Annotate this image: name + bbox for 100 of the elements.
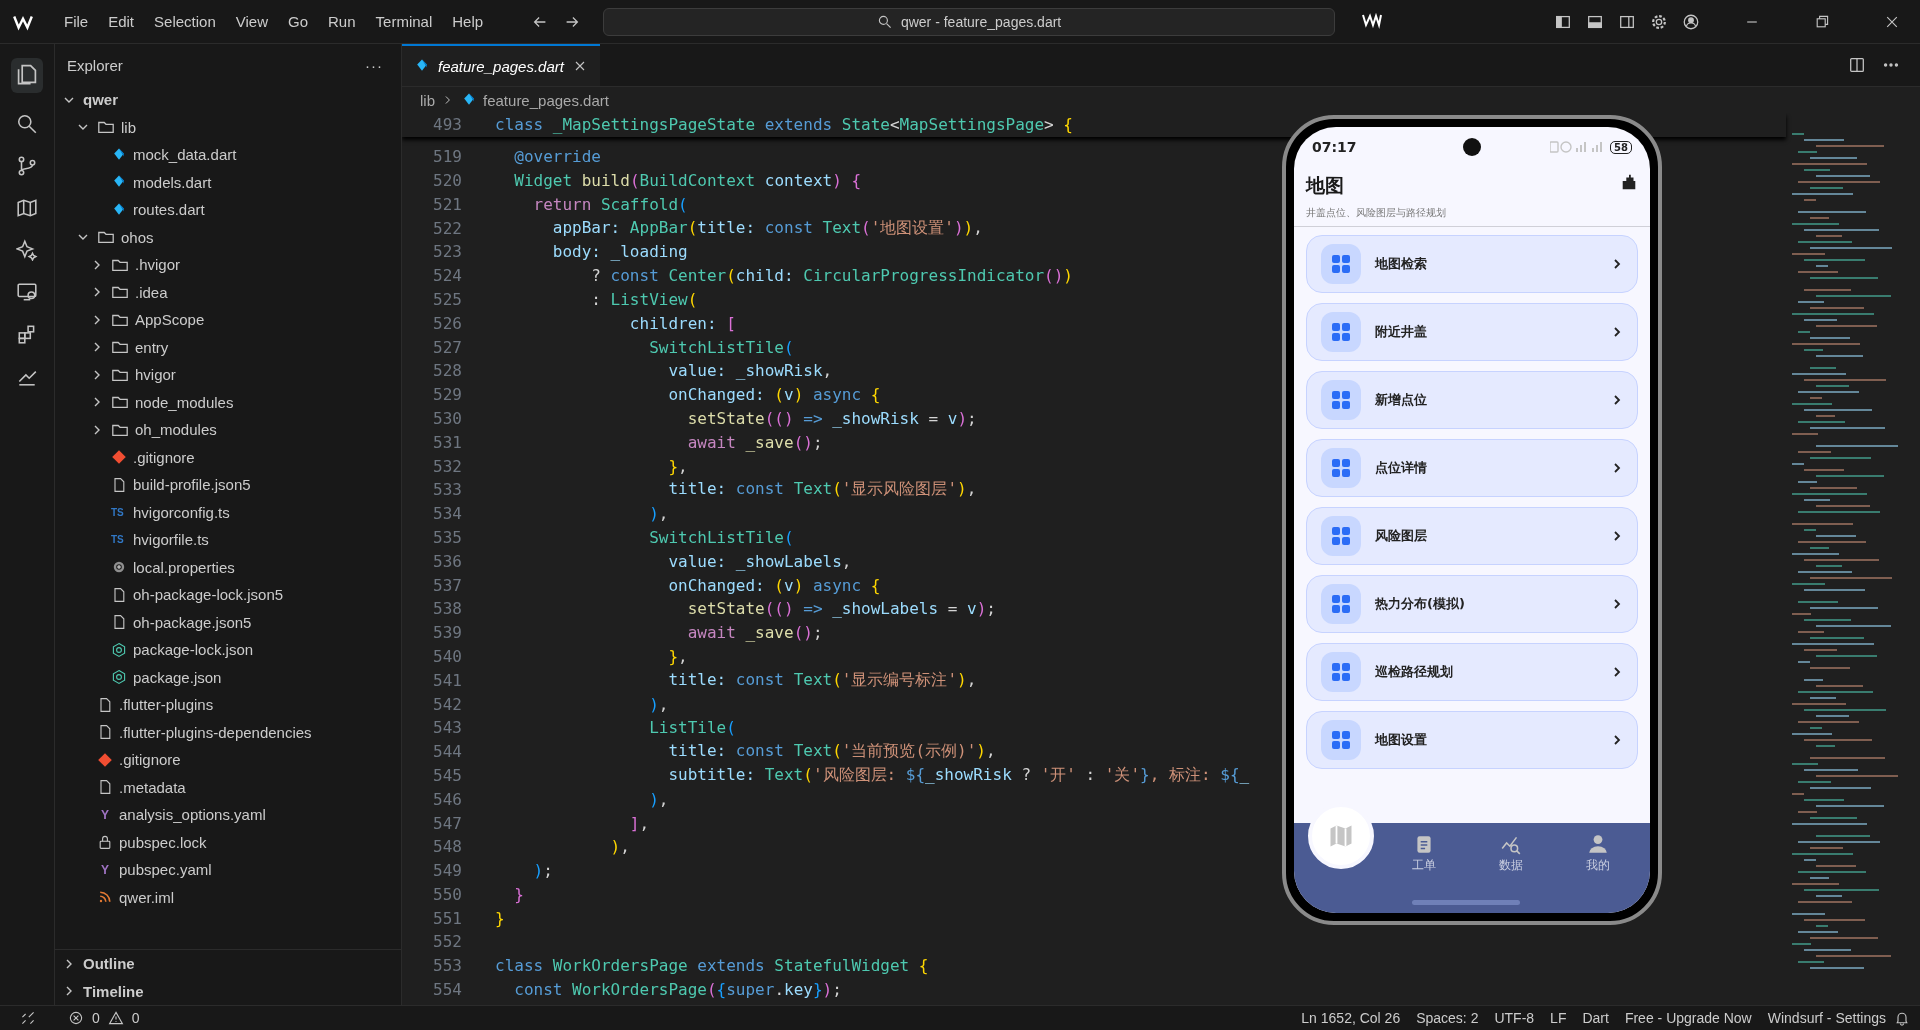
code-line: );	[532, 861, 553, 881]
menu-item[interactable]: File	[56, 9, 97, 34]
status-item[interactable]: Free - Upgrade Now	[1616, 1010, 1760, 1026]
account-icon[interactable]	[1682, 12, 1700, 31]
grid-icon	[1321, 244, 1361, 284]
file-icon[interactable]	[97, 724, 113, 741]
folder-name[interactable]: .idea	[135, 283, 168, 301]
file-icon[interactable]	[111, 614, 127, 631]
file-name[interactable]: pubspec.lock	[119, 833, 207, 851]
menu-card[interactable]: 附近井盖	[1306, 303, 1638, 361]
code-line: class WorkOrdersPage extends StatefulWidget {	[495, 956, 929, 976]
menu-card[interactable]: 风险图层	[1306, 507, 1638, 565]
editor-tab[interactable]: feature_pages.dart	[402, 44, 600, 86]
file-name[interactable]: .metadata	[119, 778, 186, 796]
file-icon[interactable]	[97, 779, 113, 796]
status-item[interactable]: Ln 1652, Col 26	[1293, 1010, 1409, 1026]
menu-card[interactable]: 地图设置	[1306, 711, 1638, 769]
line-number: 547	[432, 813, 463, 833]
status-item[interactable]: LF	[1542, 1010, 1575, 1026]
code-line: ListTile(	[648, 718, 736, 738]
source-control-icon[interactable]	[16, 155, 38, 177]
menu-item[interactable]: Go	[280, 9, 316, 34]
nav-tab[interactable]: 工单	[1380, 833, 1468, 874]
folder-name[interactable]: entry	[135, 338, 169, 356]
file-name[interactable]: local.properties	[133, 558, 235, 576]
files-icon[interactable]	[15, 62, 39, 86]
code-line: title: const Text('显示编号标注'),	[667, 669, 977, 691]
menu-card[interactable]: 新增点位	[1306, 371, 1638, 429]
more-actions[interactable]: ···	[365, 56, 383, 74]
bell-icon[interactable]	[1894, 1010, 1910, 1026]
menu-item[interactable]: Run	[320, 9, 364, 34]
sparkle-icon[interactable]	[16, 239, 38, 261]
file-name[interactable]: build-profile.json5	[133, 476, 251, 494]
file-name[interactable]: pubspec.yaml	[119, 861, 212, 879]
code-line: }	[513, 884, 524, 904]
breadcrumb-item[interactable]: lib	[420, 91, 435, 109]
file-name[interactable]: .gitignore	[133, 448, 195, 466]
file-icon[interactable]	[111, 586, 127, 603]
breadcrumb-item[interactable]: feature_pages.dart	[483, 91, 609, 109]
menu-card[interactable]: 巡检路径规划	[1306, 643, 1638, 701]
menu-card[interactable]: 点位详情	[1306, 439, 1638, 497]
status-item[interactable]: Spaces: 2	[1408, 1010, 1487, 1026]
lock-icon[interactable]	[97, 834, 113, 851]
folder-name[interactable]: oh_modules	[135, 421, 217, 439]
menu-item[interactable]: Selection	[146, 9, 224, 34]
menu-item[interactable]: Help	[444, 9, 492, 34]
file-name[interactable]: oh-package.json5	[133, 613, 252, 631]
file-name[interactable]: hvigorfile.ts	[133, 531, 209, 549]
section-header[interactable]: Outline	[83, 955, 135, 973]
file-name[interactable]: oh-package-lock.json5	[133, 586, 284, 604]
search-field[interactable]: qwer - feature_pages.dart	[603, 7, 1336, 36]
file-name[interactable]: analysis_options.yaml	[119, 806, 266, 824]
split-editor-icon[interactable]	[1848, 56, 1866, 74]
file-name[interactable]: package.json	[133, 668, 222, 686]
file-name[interactable]: .flutter-plugins	[119, 696, 214, 714]
folder-name[interactable]: lib	[121, 118, 136, 136]
line-number: 554	[432, 980, 463, 1000]
file-name[interactable]: models.dart	[133, 173, 212, 191]
search-icon[interactable]	[876, 13, 893, 30]
status-item[interactable]: UTF-8	[1486, 1010, 1543, 1026]
menu-card[interactable]: 热力分布(模拟)	[1306, 575, 1638, 633]
menu-item[interactable]: Terminal	[367, 9, 441, 34]
folder-name[interactable]: node_modules	[135, 393, 234, 411]
file-name[interactable]: mock_data.dart	[133, 146, 237, 164]
status-item[interactable]: Dart	[1574, 1010, 1617, 1026]
remote-monitor-icon[interactable]	[16, 281, 38, 303]
menu-item[interactable]: Edit	[100, 9, 143, 34]
person-icon[interactable]	[1587, 833, 1610, 855]
file-name[interactable]: qwer.iml	[119, 888, 174, 906]
package-icon[interactable]	[111, 669, 127, 686]
nav-tab[interactable]: 我的	[1554, 833, 1642, 874]
building-icon[interactable]	[1620, 173, 1638, 191]
file-name[interactable]: routes.dart	[133, 201, 205, 219]
section-header[interactable]: Timeline	[83, 982, 144, 1000]
folder-name[interactable]: AppScope	[135, 311, 205, 329]
file-name[interactable]: .flutter-plugins-dependencies	[119, 723, 312, 741]
folder-name[interactable]: hvigor	[135, 366, 176, 384]
folder-name[interactable]: qwer	[83, 91, 118, 109]
settings-icon[interactable]	[1650, 12, 1668, 31]
warning-count[interactable]: 0	[131, 1010, 140, 1026]
remote-icon[interactable]	[20, 1010, 36, 1026]
status-item[interactable]: Windsurf - Settings	[1759, 1010, 1894, 1026]
folder-name[interactable]: ohos	[121, 228, 154, 246]
file-icon[interactable]	[97, 696, 113, 713]
menu-card[interactable]: 地图检索	[1306, 235, 1638, 293]
menu-item[interactable]: View	[227, 9, 276, 34]
map-icon[interactable]	[16, 197, 38, 219]
restore-icon[interactable]	[1814, 13, 1830, 30]
file-name[interactable]: hvigorconfig.ts	[133, 503, 230, 521]
nav-tab[interactable]: 数据	[1467, 833, 1555, 874]
search-icon[interactable]	[16, 113, 38, 135]
error-count[interactable]: 0	[92, 1010, 100, 1026]
error-icon[interactable]	[68, 1010, 84, 1026]
file-name[interactable]: .gitignore	[119, 751, 181, 769]
warning-icon[interactable]	[107, 1010, 124, 1026]
file-name[interactable]: package-lock.json	[133, 641, 254, 659]
line-number: 528	[432, 361, 463, 381]
folder-name[interactable]: .hvigor	[135, 256, 181, 274]
file-icon[interactable]	[111, 476, 127, 493]
package-icon[interactable]	[111, 641, 127, 658]
